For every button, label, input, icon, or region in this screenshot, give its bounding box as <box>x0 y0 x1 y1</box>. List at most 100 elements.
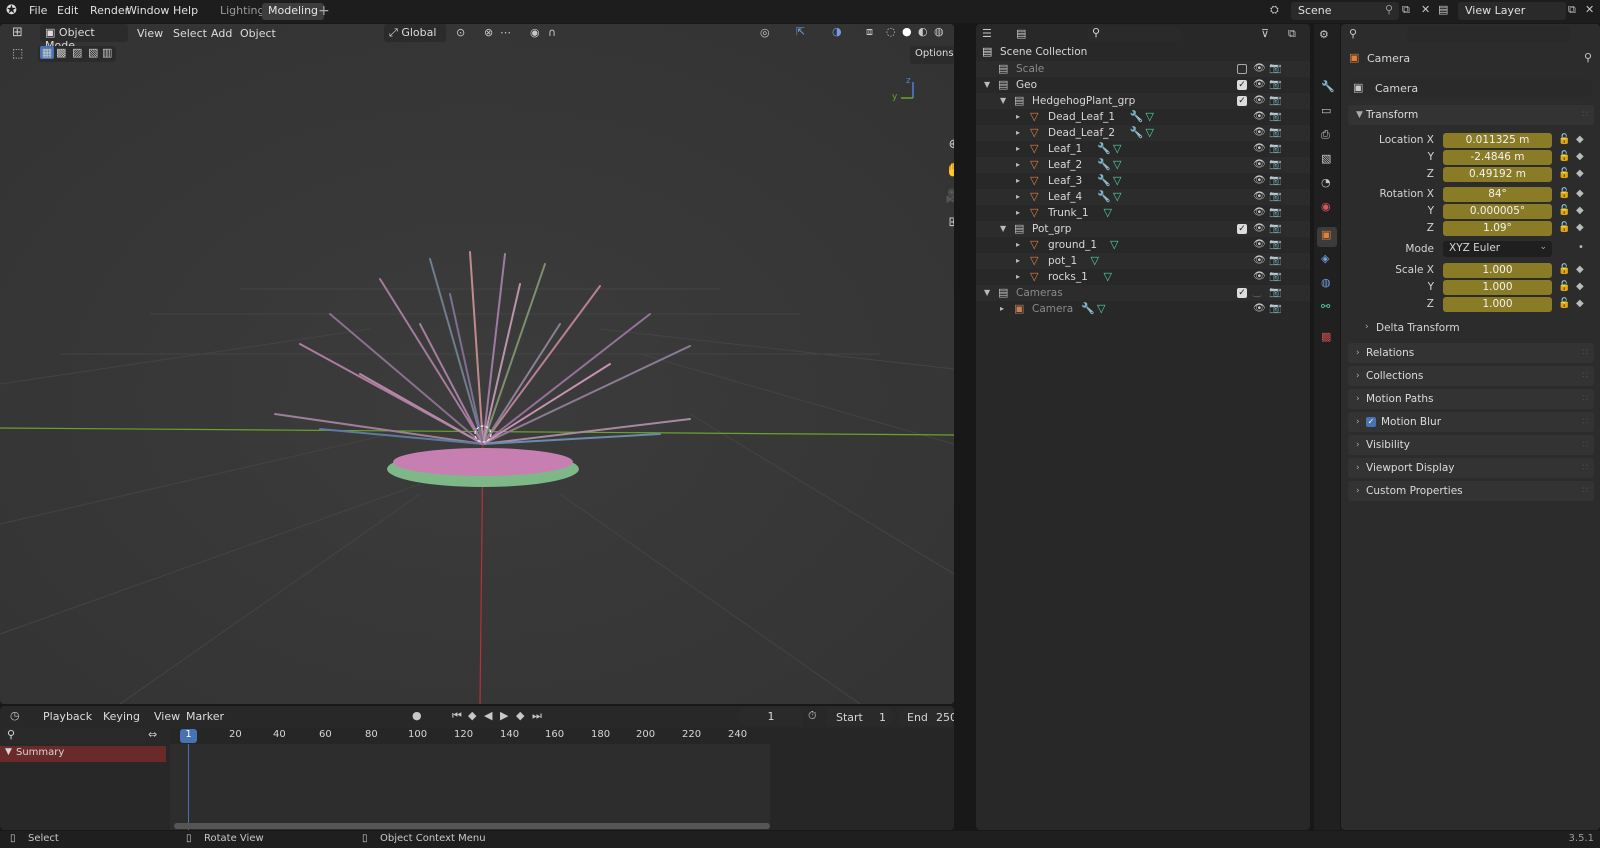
outliner-collection-row[interactable]: ▼ ▤ Cameras ✓ ‿ 📷 <box>976 285 1310 301</box>
expand-icon[interactable]: ▸ <box>1016 237 1020 253</box>
lock-icon[interactable]: 🔓 <box>1558 264 1570 275</box>
timeline-editor-icon[interactable]: ◷ <box>10 709 20 722</box>
eye-icon[interactable]: 👁 <box>1253 221 1266 237</box>
eye-icon[interactable]: 👁 <box>1253 125 1266 141</box>
transform-panel-header[interactable]: ▼ Transform ∷ <box>1348 105 1594 125</box>
render-camera-icon[interactable]: 📷 <box>1269 61 1281 77</box>
render-camera-icon[interactable]: 📷 <box>1269 189 1281 205</box>
menu-timeline-view[interactable]: View <box>154 710 180 723</box>
drag-handle-icon[interactable]: ∷ <box>1582 389 1588 409</box>
render-camera-icon[interactable]: 📷 <box>1269 125 1281 141</box>
render-camera-icon[interactable]: 📷 <box>1269 253 1281 269</box>
panel-viewport-display[interactable]: › Viewport Display ∷ <box>1348 458 1594 478</box>
eye-icon[interactable]: 👁 <box>1253 109 1266 125</box>
wireframe-shading-icon[interactable]: ◌ <box>886 25 896 38</box>
render-camera-icon[interactable]: 📷 <box>1269 205 1281 221</box>
select-intersect-icon[interactable]: ▥ <box>102 46 112 59</box>
summary-expand-icon[interactable]: ▼ <box>5 747 12 757</box>
prev-keyframe-icon[interactable]: ◆ <box>468 709 476 722</box>
keyframe-icon[interactable]: ◆ <box>1576 188 1584 199</box>
swap-icon[interactable]: ⇔ <box>148 728 157 741</box>
falloff-icon[interactable]: ∩ <box>548 26 556 39</box>
outliner-editor-icon[interactable]: ☰ <box>982 27 992 40</box>
expand-icon[interactable]: ▸ <box>1016 157 1020 173</box>
mesh-data-icon[interactable]: ▽ <box>1097 301 1105 317</box>
rotation-x-field[interactable]: 84° <box>1443 187 1552 202</box>
new-view-layer-icon[interactable]: ⧉ <box>1568 3 1576 17</box>
tab-modeling[interactable]: Modeling <box>262 3 325 20</box>
lock-icon[interactable]: 🔓 <box>1558 188 1570 199</box>
menu-help[interactable]: Help <box>173 4 198 17</box>
rendered-shading-icon[interactable]: ◍ <box>934 25 944 38</box>
panel-custom-properties[interactable]: › Custom Properties ∷ <box>1348 481 1594 501</box>
panel-visibility[interactable]: › Visibility ∷ <box>1348 435 1594 455</box>
eye-icon[interactable]: 👁 <box>1253 189 1266 205</box>
render-camera-icon[interactable]: 📷 <box>1269 77 1281 93</box>
render-camera-icon[interactable]: 📷 <box>1269 109 1281 125</box>
keyframe-icon[interactable]: ◆ <box>1576 134 1584 145</box>
exclude-checkbox[interactable]: ✓ <box>1237 288 1247 298</box>
add-workspace-button[interactable]: + <box>318 3 330 19</box>
render-camera-icon[interactable]: 📷 <box>1269 221 1281 237</box>
viewport-scene[interactable] <box>0 24 954 704</box>
outliner-object-row[interactable]: ▸ ▽ rocks_1 ▽ 👁 📷 <box>976 269 1310 285</box>
panel-relations[interactable]: › Relations ∷ <box>1348 343 1594 363</box>
outliner-object-row[interactable]: ▸ ▽ Leaf_2 🔧 ▽ 👁 📷 <box>976 157 1310 173</box>
outliner-object-row[interactable]: ▸ ▽ Leaf_4 🔧 ▽ 👁 📷 <box>976 189 1310 205</box>
outliner-collection-row[interactable]: ▼ ▤ Pot_grp ✓ 👁 📷 <box>976 221 1310 237</box>
channel-search-input[interactable]: ⚲ <box>4 728 146 744</box>
menu-add[interactable]: Add <box>211 27 232 40</box>
outliner-object-row[interactable]: ▸ ▽ ground_1 ▽ 👁 📷 <box>976 237 1310 253</box>
snap-icon[interactable]: ⊗ <box>484 26 493 39</box>
playhead-frame[interactable]: 1 <box>180 729 197 743</box>
expand-icon[interactable]: ▸ <box>1016 189 1020 205</box>
lock-icon[interactable]: 🔓 <box>1558 281 1570 292</box>
play-icon[interactable]: ▶ <box>500 709 508 722</box>
scene-icon[interactable]: ⛭ <box>1270 3 1279 17</box>
snap-target-icon[interactable]: ⋯ <box>500 26 511 39</box>
menu-keying[interactable]: Keying <box>103 710 140 723</box>
3d-viewport[interactable]: ⊞ ▣ Object Mode View Select Add Object ⤢… <box>0 24 954 704</box>
visibility-icon[interactable]: ◎ <box>760 26 770 39</box>
render-camera-icon[interactable]: 📷 <box>1269 301 1281 317</box>
render-camera-icon[interactable]: 📷 <box>1269 285 1281 301</box>
collapse-icon[interactable]: ▼ <box>1000 93 1006 109</box>
mesh-data-icon[interactable]: ▽ <box>1113 173 1121 189</box>
eye-icon[interactable]: 👁 <box>1253 253 1266 269</box>
lock-icon[interactable]: 🔓 <box>1558 134 1570 145</box>
stopwatch-icon[interactable]: ⏱ <box>808 709 817 723</box>
mesh-data-icon[interactable]: ▽ <box>1110 237 1118 253</box>
menu-edit[interactable]: Edit <box>57 4 78 17</box>
exclude-checkbox[interactable]: ✓ <box>1237 80 1247 90</box>
record-icon[interactable]: ● <box>412 709 422 722</box>
scale-x-field[interactable]: 1.000 <box>1443 263 1552 278</box>
motion-blur-checkbox[interactable]: ✓ <box>1366 417 1376 427</box>
modifier-wrench-icon[interactable]: 🔧 <box>1081 301 1095 317</box>
remove-scene-icon[interactable]: ✕ <box>1421 3 1430 16</box>
keyframe-dot-icon[interactable]: • <box>1578 242 1584 253</box>
playhead-line[interactable] <box>188 744 189 830</box>
collapse-icon[interactable]: ▼ <box>984 285 990 301</box>
lock-icon[interactable]: 🔓 <box>1558 168 1570 179</box>
modifier-wrench-icon[interactable]: 🔧 <box>1097 157 1111 173</box>
eye-closed-icon[interactable]: ‿ <box>1253 285 1261 301</box>
expand-icon[interactable]: ▸ <box>1016 173 1020 189</box>
jump-start-icon[interactable]: ⏮ <box>452 709 462 723</box>
material-shading-icon[interactable]: ◐ <box>918 25 928 38</box>
editor-type-icon[interactable]: ⊞ <box>12 25 23 40</box>
render-tab-icon[interactable]: ▭ <box>1321 104 1331 117</box>
play-reverse-icon[interactable]: ◀ <box>484 709 492 722</box>
lock-icon[interactable]: 🔓 <box>1558 222 1570 233</box>
menu-view[interactable]: View <box>137 27 163 40</box>
eye-icon[interactable]: 👁 <box>1253 61 1266 77</box>
exclude-checkbox[interactable]: ✓ <box>1237 96 1247 106</box>
expand-icon[interactable]: ▸ <box>1016 269 1020 285</box>
expand-icon[interactable]: ▸ <box>1016 125 1020 141</box>
view-layer-tab-icon[interactable]: ▧ <box>1321 152 1331 165</box>
scene-selector[interactable]: Scene ⚲ <box>1291 2 1399 20</box>
scene-tab-icon[interactable]: ◔ <box>1321 176 1331 189</box>
outliner-editor[interactable]: ☰ ▤ ⚲ ⊽ ⧉ ▤ Scene Collection ▤ Scale 👁 📷 ▼ ▤ Geo… <box>976 24 1310 830</box>
modifier-wrench-icon[interactable]: 🔧 <box>1097 189 1111 205</box>
lock-icon[interactable]: 🔓 <box>1558 205 1570 216</box>
modifier-wrench-icon[interactable]: 🔧 <box>1097 173 1111 189</box>
